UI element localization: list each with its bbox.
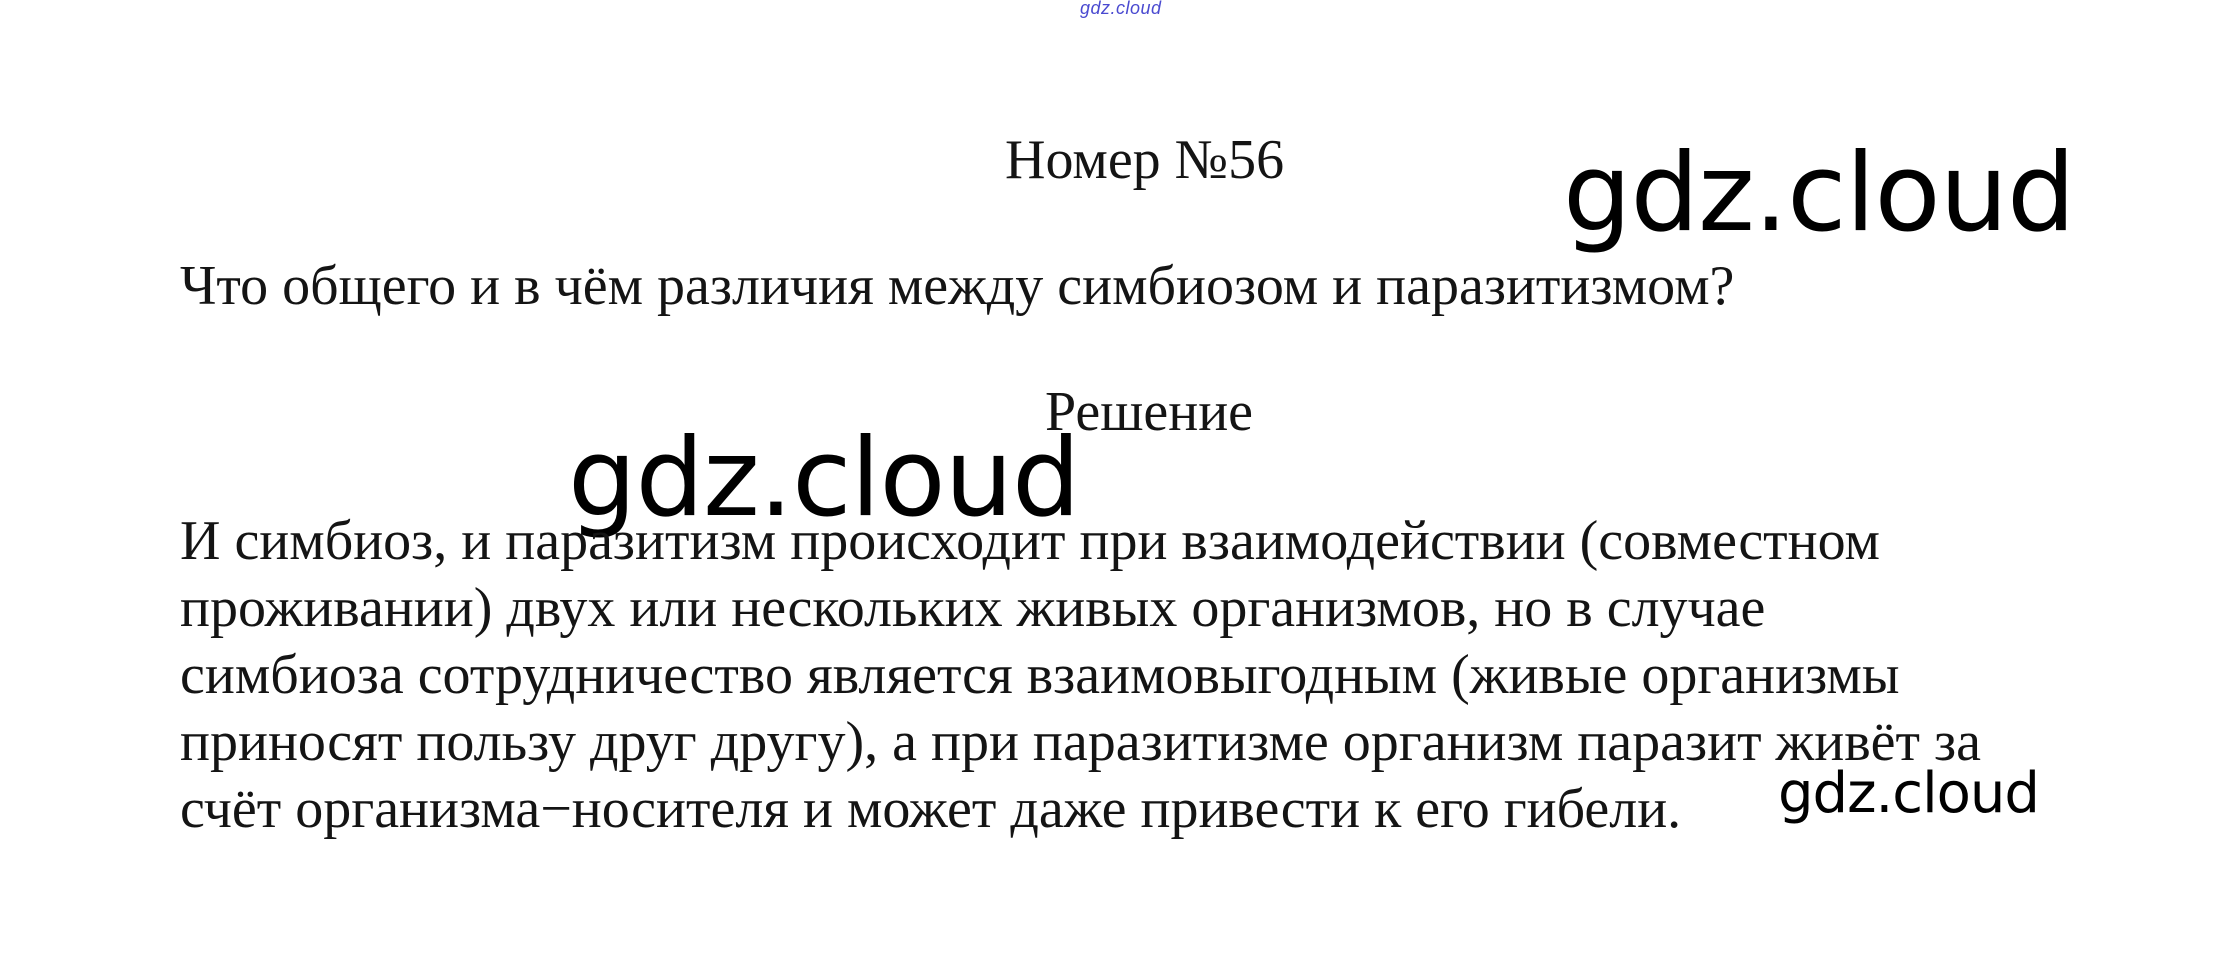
- answer-line: симбиоза сотрудничество является взаимов…: [180, 644, 1900, 706]
- watermark-logo: gdz.cloud: [1778, 761, 2040, 826]
- watermark-logo: gdz.cloud: [1563, 131, 2076, 256]
- answer-line: И симбиоз, и паразитизм происходит при в…: [180, 510, 1880, 572]
- top-watermark-link[interactable]: gdz.cloud: [1080, 0, 1162, 19]
- answer-line: проживании) двух или нескольких живых ор…: [180, 577, 1766, 639]
- page-title: Номер №56: [1005, 129, 1285, 191]
- question-text: Что общего и в чём различия между симбио…: [180, 255, 1735, 317]
